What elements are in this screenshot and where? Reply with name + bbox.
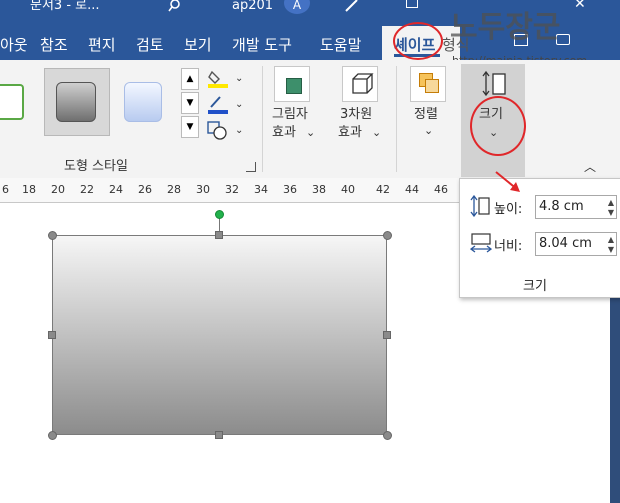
collapse-ribbon-icon[interactable]: ︿ — [584, 158, 596, 175]
avatar-letter: A — [292, 0, 302, 12]
tab-help[interactable]: 도움말 — [320, 34, 361, 55]
ruler-tick: 40 — [341, 183, 355, 196]
annotation-arrow-icon — [495, 171, 520, 192]
tab-view[interactable]: 보기 — [184, 34, 212, 55]
chevron-down-icon: ⌄ — [424, 124, 434, 137]
resize-handle-bottom-left[interactable] — [48, 431, 57, 440]
shadow-effects-label-2: 효과 — [272, 125, 296, 140]
size-popup: 높이: 4.8 cm ▲ ▼ 너비: 8.04 cm ▲ ▼ 크기 — [459, 178, 620, 298]
height-increase-icon[interactable]: ▲ — [608, 199, 614, 207]
arrange-label: 정렬 — [414, 107, 438, 122]
close-icon[interactable]: ✕ — [574, 0, 586, 12]
size-icon — [481, 70, 509, 98]
tab-review[interactable]: 검토 — [136, 34, 164, 55]
tab-layout[interactable]: 아웃 — [0, 34, 28, 55]
resize-handle-bottom-right[interactable] — [383, 431, 392, 440]
ruler-tick: 26 — [138, 183, 152, 196]
svg-text:⌄: ⌄ — [235, 125, 243, 136]
gallery-scroll-down[interactable]: ▼ — [181, 92, 199, 114]
ruler-tick: 44 — [405, 183, 419, 196]
search-icon[interactable] — [168, 0, 182, 12]
width-increase-icon[interactable]: ▲ — [608, 236, 614, 244]
resize-handle-top-left[interactable] — [48, 231, 57, 240]
gallery-more-button[interactable]: ▼ — [181, 116, 199, 138]
width-decrease-icon[interactable]: ▼ — [608, 246, 614, 254]
shape-height-icon — [470, 194, 492, 221]
restore-window-icon[interactable] — [406, 0, 418, 8]
ruler-tick: 36 — [283, 183, 297, 196]
ruler-tick: 42 — [376, 183, 390, 196]
resize-handle-right[interactable] — [383, 331, 391, 339]
ruler-tick: 28 — [167, 183, 181, 196]
chevron-down-icon: ⌄ — [306, 126, 316, 139]
height-label: 높이: — [494, 202, 523, 217]
shadow-effects-icon — [274, 66, 310, 102]
width-input[interactable]: 8.04 cm ▲ ▼ — [535, 232, 617, 256]
account-name: ap201 — [232, 0, 274, 13]
watermark-brand: 노두장군 — [450, 10, 561, 45]
height-decrease-icon[interactable]: ▼ — [608, 209, 614, 217]
ruler-tick: 30 — [196, 183, 210, 196]
cube-icon — [342, 66, 378, 102]
resize-handle-top[interactable] — [215, 231, 223, 239]
arrange-button[interactable]: 정렬 ⌄ — [408, 64, 448, 150]
shape-effects-icon[interactable]: ⌄ — [207, 120, 247, 142]
ruler-tick: 24 — [109, 183, 123, 196]
pen-icon[interactable] — [344, 0, 360, 17]
document-title: 문서3 - 로... — [30, 0, 100, 13]
dialog-launcher-icon[interactable] — [246, 162, 256, 172]
shape-style-blue-gradient[interactable] — [124, 82, 162, 122]
ruler-tick: 34 — [254, 183, 268, 196]
resize-handle-bottom[interactable] — [215, 431, 223, 439]
shape-styles-group-label: 도형 스타일 — [64, 159, 128, 174]
ribbon-separator — [262, 66, 263, 172]
rectangle-shape[interactable] — [52, 235, 387, 435]
shape-outline-icon[interactable]: ⌄ — [207, 94, 247, 116]
gallery-scroll-up[interactable]: ▲ — [181, 68, 199, 90]
height-value: 4.8 cm — [539, 199, 584, 214]
shadow-effects-button[interactable]: 그림자 효과 ⌄ — [270, 64, 318, 150]
height-input[interactable]: 4.8 cm ▲ ▼ — [535, 195, 617, 219]
tab-highlight-circle — [393, 22, 443, 60]
chevron-down-icon: ⌄ — [372, 126, 382, 139]
ribbon-separator — [396, 66, 397, 172]
size-group-label: 크기 — [523, 279, 547, 294]
width-label: 너비: — [494, 239, 523, 254]
arrange-icon — [410, 66, 446, 102]
tab-references[interactable]: 참조 — [40, 34, 68, 55]
tab-mailings[interactable]: 편지 — [88, 34, 116, 55]
shape-width-icon — [469, 232, 493, 258]
ruler-tick: 6 — [2, 183, 9, 196]
ruler-tick: 20 — [51, 183, 65, 196]
3d-effects-label-1: 3차원 — [340, 107, 373, 122]
svg-text:⌄: ⌄ — [235, 73, 243, 84]
3d-effects-label-2: 효과 — [338, 125, 362, 140]
avatar[interactable]: A — [284, 0, 310, 14]
ruler-tick: 22 — [80, 183, 94, 196]
tab-developer[interactable]: 개발 도구 — [232, 34, 292, 55]
resize-handle-left[interactable] — [48, 331, 56, 339]
ruler-tick: 38 — [312, 183, 326, 196]
shape-style-green-outline[interactable] — [0, 84, 24, 120]
ruler-tick: 18 — [22, 183, 36, 196]
ruler-tick: 46 — [434, 183, 448, 196]
shadow-effects-label-1: 그림자 — [272, 107, 308, 122]
svg-text:⌄: ⌄ — [235, 99, 243, 110]
ruler-tick: 32 — [225, 183, 239, 196]
rotation-handle[interactable] — [215, 210, 224, 219]
shape-fill-icon[interactable]: ⌄ — [207, 68, 247, 90]
ribbon: ▲ ▼ ▼ ⌄ ⌄ ⌄ 도형 스타일 그림자 효과 ⌄ 3차원 효과 ⌄ 정렬 — [0, 60, 620, 179]
resize-handle-top-right[interactable] — [383, 231, 392, 240]
3d-effects-button[interactable]: 3차원 효과 ⌄ — [336, 64, 386, 150]
size-highlight-circle — [470, 96, 526, 156]
width-value: 8.04 cm — [539, 236, 592, 251]
shape-style-gray-gradient[interactable] — [56, 82, 96, 122]
